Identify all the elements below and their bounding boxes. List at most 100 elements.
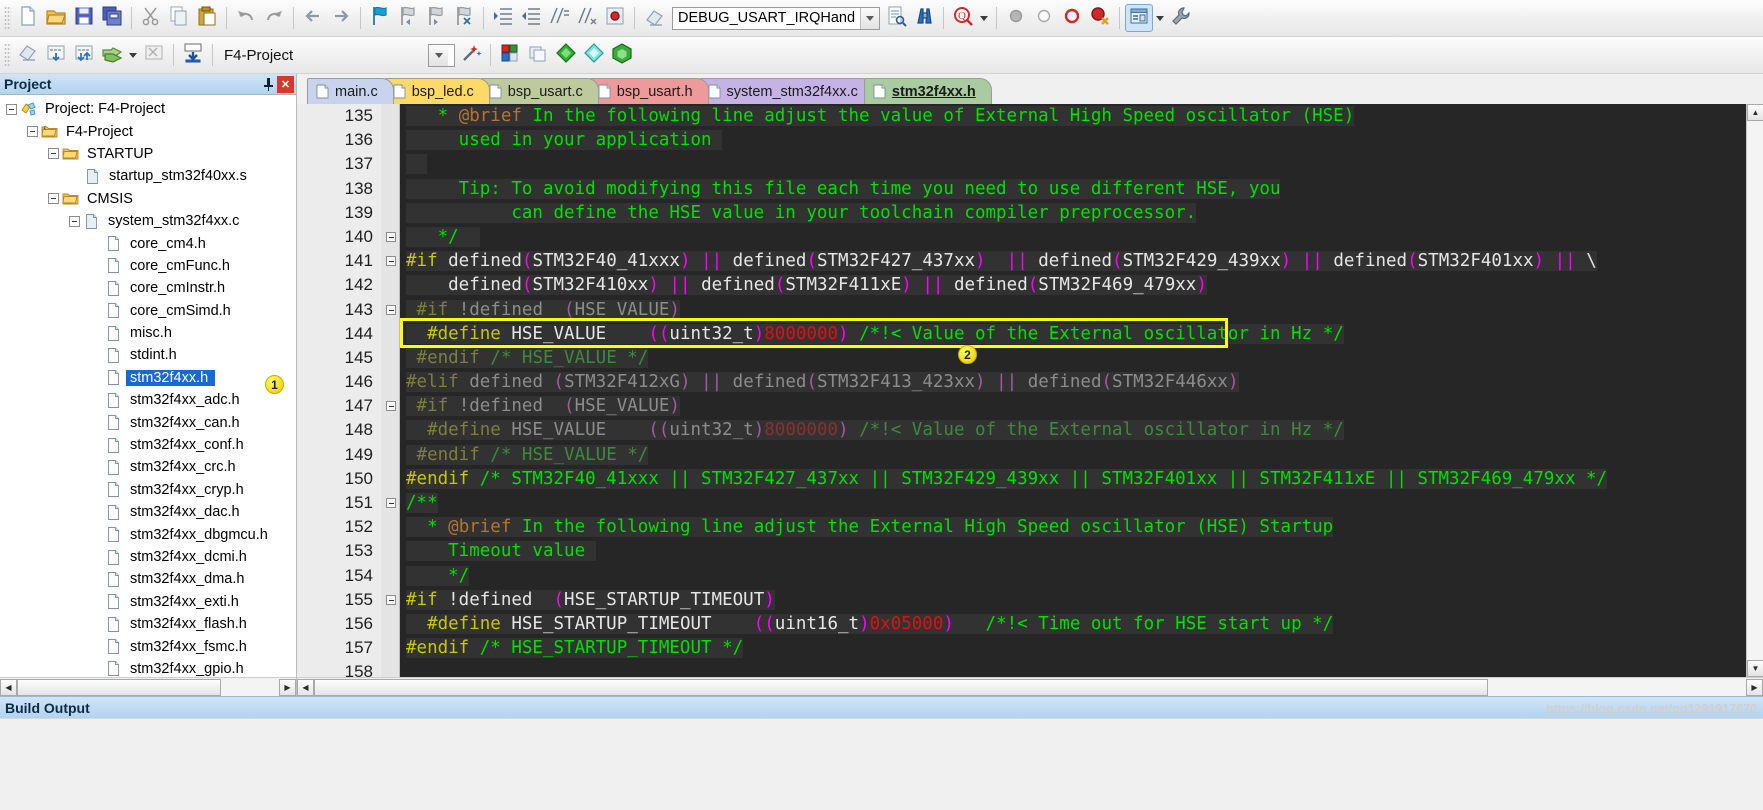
editor-tab[interactable]: system_stm32f4xx.c: [698, 78, 874, 104]
tree-item[interactable]: stm32f4xx_crc.h: [0, 456, 296, 478]
tree-item[interactable]: stm32f4xx_adc.h: [0, 389, 296, 411]
scroll-down-arrow-icon[interactable]: ▼: [1747, 660, 1763, 677]
comment-selection-button[interactable]: [545, 4, 573, 32]
build-target-button[interactable]: [42, 41, 70, 69]
tree-item[interactable]: STARTUP: [0, 143, 296, 165]
code-line[interactable]: 148 #define HSE_VALUE ((uint32_t)8000000…: [297, 418, 1746, 442]
fold-cell[interactable]: [381, 225, 400, 249]
tree-item[interactable]: F4-Project: [0, 120, 296, 142]
incremental-find-button[interactable]: [910, 4, 938, 32]
tree-item[interactable]: stm32f4xx_dcmi.h: [0, 546, 296, 568]
code-line[interactable]: 147 #if !defined (HSE_VALUE): [297, 394, 1746, 418]
editor-hscroll-thumb[interactable]: [314, 678, 1489, 696]
tree-item[interactable]: stm32f4xx_dac.h: [0, 501, 296, 523]
code-line[interactable]: 153 Timeout value: [297, 539, 1746, 563]
pin-icon[interactable]: [260, 76, 277, 93]
paste-button[interactable]: [193, 4, 221, 32]
manage-project-items-button[interactable]: [496, 41, 524, 69]
tree-item[interactable]: stm32f4xx_gpio.h: [0, 658, 296, 677]
editor-tab[interactable]: bsp_usart.h: [588, 78, 709, 104]
find-combo[interactable]: DEBUG_USART_IRQHand: [672, 6, 880, 30]
translate-file-button[interactable]: [14, 41, 42, 69]
tree-item[interactable]: stm32f4xx.h: [0, 367, 296, 389]
scroll-left-arrow-icon[interactable]: ◀: [0, 678, 17, 696]
navigate-forward-button[interactable]: [327, 4, 355, 32]
chevron-down-icon[interactable]: [429, 44, 448, 66]
fold-cell[interactable]: [381, 394, 400, 418]
editor-tabbar[interactable]: main.c bsp_led.c bsp_usart.c bsp_usart.h sys…: [297, 74, 1763, 104]
code-line[interactable]: 136 used in your application: [297, 128, 1746, 152]
editor-hscrollbar[interactable]: ◀ ▶: [297, 677, 1763, 696]
code-line[interactable]: 151 /**: [297, 491, 1746, 515]
copy-button[interactable]: [165, 4, 193, 32]
configure-windows-dropdown[interactable]: [1153, 4, 1167, 32]
tree-item[interactable]: CMSIS: [0, 188, 296, 210]
editor-tab[interactable]: stm32f4xx.h: [863, 78, 992, 104]
previous-bookmark-button[interactable]: [394, 4, 422, 32]
tree-item[interactable]: core_cmFunc.h: [0, 255, 296, 277]
find-magnifier-button[interactable]: Q: [949, 4, 977, 32]
tree-item[interactable]: misc.h: [0, 322, 296, 344]
configuration-wizard-button[interactable]: [1167, 4, 1195, 32]
code-line[interactable]: 158: [297, 660, 1746, 677]
editor-scroll-right-icon[interactable]: ▶: [1746, 678, 1763, 696]
new-file-button[interactable]: [14, 4, 42, 32]
code-line[interactable]: 154 */: [297, 564, 1746, 588]
fold-collapse-icon[interactable]: [385, 256, 396, 267]
tree-item[interactable]: stm32f4xx_flash.h: [0, 613, 296, 635]
scroll-thumb[interactable]: [17, 678, 222, 696]
find-next-button[interactable]: [640, 4, 670, 32]
fold-collapse-icon[interactable]: [385, 498, 396, 509]
code-line[interactable]: 142 defined(STM32F410xx) || defined(STM3…: [297, 273, 1746, 297]
tree-item[interactable]: core_cm4.h: [0, 232, 296, 254]
tree-item[interactable]: stm32f4xx_cryp.h: [0, 479, 296, 501]
fold-cell[interactable]: [381, 491, 400, 515]
editor-tab[interactable]: bsp_led.c: [383, 78, 490, 104]
tree-item[interactable]: core_cmSimd.h: [0, 300, 296, 322]
scroll-right-arrow-icon[interactable]: ▶: [279, 678, 296, 696]
code-line[interactable]: 152 * @brief In the following line adjus…: [297, 515, 1746, 539]
code-line[interactable]: 139 can define the HSE value in your too…: [297, 201, 1746, 225]
kill-all-breakpoints-button[interactable]: [1086, 4, 1114, 32]
tree-item[interactable]: stm32f4xx_fsmc.h: [0, 635, 296, 657]
indent-right-button[interactable]: [489, 4, 517, 32]
fold-cell[interactable]: [381, 249, 400, 273]
indent-left-button[interactable]: [517, 4, 545, 32]
tree-item[interactable]: stm32f4xx_can.h: [0, 411, 296, 433]
scroll-track[interactable]: [17, 678, 279, 696]
code-view[interactable]: 135 * @brief In the following line adjus…: [297, 104, 1746, 677]
vscroll-track[interactable]: [1747, 121, 1763, 660]
tree-item[interactable]: core_cmInstr.h: [0, 277, 296, 299]
insert-remove-breakpoint-button[interactable]: [601, 4, 629, 32]
editor-tab[interactable]: main.c: [307, 78, 394, 104]
tree-expander-icon[interactable]: [27, 126, 38, 138]
editor-vscrollbar[interactable]: ▲ ▼: [1746, 104, 1763, 677]
toggle-bookmark-button[interactable]: [366, 4, 394, 32]
tree-expander-icon[interactable]: [6, 103, 17, 115]
toolbar-grip-2[interactable]: [4, 43, 11, 67]
code-line[interactable]: 150 #endif /* STM32F40_41xxx || STM32F427…: [297, 467, 1746, 491]
navigate-back-button[interactable]: [299, 4, 327, 32]
tree-item[interactable]: Project: F4-Project: [0, 98, 296, 120]
code-line[interactable]: 144 #define HSE_VALUE ((uint32_t)8000000…: [297, 322, 1746, 346]
code-line[interactable]: 143 #if !defined (HSE_VALUE): [297, 298, 1746, 322]
breakpoint-empty-button[interactable]: [1030, 4, 1058, 32]
manage-multi-project-button[interactable]: [524, 41, 552, 69]
project-tree[interactable]: Project: F4-Project F4-Project STARTUP star…: [0, 95, 296, 677]
save-all-button[interactable]: [98, 4, 126, 32]
download-to-flash-button[interactable]: [179, 41, 207, 69]
tree-item[interactable]: stm32f4xx_dma.h: [0, 568, 296, 590]
tree-expander-icon[interactable]: [48, 148, 59, 160]
manage-run-time-env-button[interactable]: [580, 41, 608, 69]
code-line[interactable]: 140 */: [297, 225, 1746, 249]
fold-collapse-icon[interactable]: [385, 594, 396, 605]
save-button[interactable]: [70, 4, 98, 32]
code-line[interactable]: 135 * @brief In the following line adjus…: [297, 104, 1746, 128]
stop-build-button[interactable]: [140, 41, 168, 69]
pack-installer-button[interactable]: [552, 41, 580, 69]
editor-hscroll-track[interactable]: [314, 678, 1746, 696]
code-line[interactable]: 138 Tip: To avoid modifying this file ea…: [297, 177, 1746, 201]
code-line[interactable]: 149 #endif /* HSE_VALUE */: [297, 443, 1746, 467]
undo-button[interactable]: [232, 4, 260, 32]
next-bookmark-button[interactable]: [422, 4, 450, 32]
